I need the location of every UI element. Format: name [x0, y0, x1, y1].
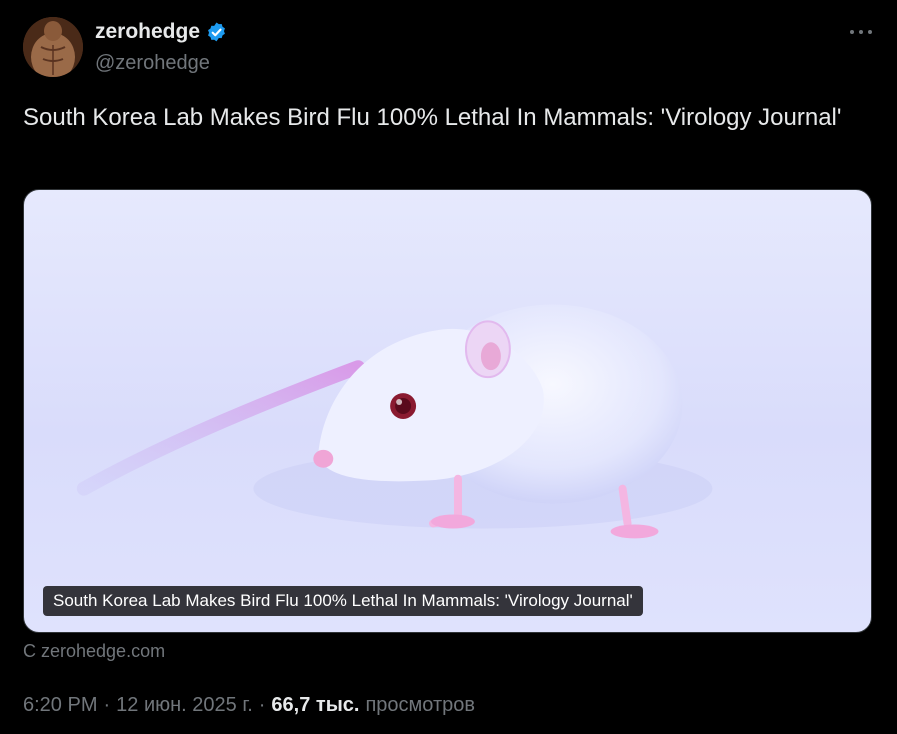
card-source-link[interactable]: С zerohedge.com: [23, 641, 165, 662]
tweet-text: South Korea Lab Makes Bird Flu 100% Leth…: [23, 104, 842, 131]
meta-separator: ·: [103, 694, 111, 716]
avatar-image: [23, 17, 83, 77]
author-handle[interactable]: @zerohedge: [95, 52, 210, 75]
card-image: [76, 304, 713, 539]
tweet-time[interactable]: 6:20 PM: [23, 694, 97, 717]
avatar[interactable]: [23, 17, 83, 77]
more-horizontal-icon: [850, 30, 872, 34]
meta-separator: ·: [258, 694, 266, 716]
more-options-button[interactable]: [847, 20, 875, 44]
tweet-date[interactable]: 12 июн. 2025 г.: [116, 694, 253, 717]
views-label: просмотров: [365, 694, 476, 716]
link-card[interactable]: South Korea Lab Makes Bird Flu 100% Leth…: [23, 189, 872, 633]
views-count: 66,7 тыс.: [271, 694, 360, 716]
verified-badge-icon[interactable]: [205, 21, 228, 44]
card-title-overlay: South Korea Lab Makes Bird Flu 100% Leth…: [43, 586, 643, 616]
tweet-meta: 6:20 PM · 12 июн. 2025 г. · 66,7 тыс. пр…: [23, 694, 475, 717]
author-display-name[interactable]: zerohedge: [95, 20, 228, 44]
author-name-text: zerohedge: [95, 20, 201, 43]
